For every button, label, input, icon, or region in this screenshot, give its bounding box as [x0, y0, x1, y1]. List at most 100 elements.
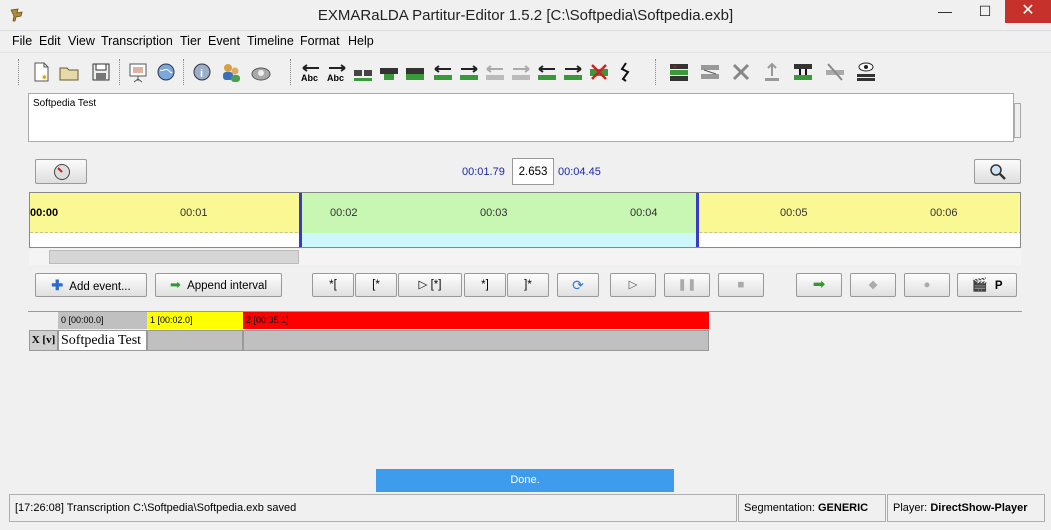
timeline-point-1[interactable]: 1 [00:02.0] [147, 312, 243, 329]
presentation-icon[interactable] [127, 60, 149, 84]
compass-button[interactable] [35, 159, 87, 184]
menu-transcription[interactable]: Transcription [101, 34, 173, 48]
timeline-selection-lower [300, 233, 698, 247]
empty-event-cell[interactable] [147, 330, 243, 351]
insert-pause-icon[interactable] [614, 60, 636, 84]
selection-duration-field[interactable]: 2.653 [512, 158, 554, 185]
save-icon[interactable] [90, 60, 112, 84]
new-file-icon[interactable]: ✷ [30, 60, 52, 84]
clapperboard-icon: 🎬 [971, 277, 988, 292]
title-bar: EXMARaLDA Partitur-Editor 1.5.2 [C:\Soft… [0, 0, 1051, 31]
move-left-disabled-icon[interactable] [484, 60, 506, 84]
menu-format[interactable]: Format [300, 34, 340, 48]
segmentation-status: Segmentation: GENERIC [738, 494, 886, 522]
menu-help[interactable]: Help [348, 34, 374, 48]
star-start-button[interactable]: [* [355, 273, 397, 297]
add-event-button[interactable]: ✚ Add event... [35, 273, 147, 297]
split-event-icon[interactable] [378, 60, 400, 84]
timeline-label-3: 00:03 [480, 207, 508, 219]
timeline-label-0: 00:00 [30, 207, 59, 219]
svg-text:✷: ✷ [41, 73, 48, 82]
append-interval-button[interactable]: ➡ Append interval [155, 273, 282, 297]
snapshot-button[interactable]: ◆ [850, 273, 896, 297]
hide-tier-icon[interactable] [824, 60, 846, 84]
shift-right-icon[interactable] [458, 60, 480, 84]
audio-timeline[interactable]: 00:00 00:01 00:02 00:03 00:04 00:05 00:0… [29, 192, 1021, 248]
praat-label: P [994, 280, 1003, 292]
remove-tier-icon[interactable] [730, 60, 752, 84]
snapshot-icon: ◆ [868, 279, 878, 291]
timeline-label-5: 00:05 [780, 207, 808, 219]
timeline-scrollbar[interactable] [29, 249, 1021, 265]
empty-event-cell[interactable] [243, 330, 709, 351]
selection-start-marker[interactable] [299, 193, 302, 247]
shift-left-icon[interactable] [432, 60, 454, 84]
move-right-disabled-icon[interactable] [510, 60, 532, 84]
minimize-button[interactable]: — [925, 0, 965, 23]
menu-timeline[interactable]: Timeline [247, 34, 294, 48]
zoom-button[interactable] [974, 159, 1021, 184]
close-button[interactable]: ✕ [1005, 0, 1051, 23]
toolbar-separator [655, 59, 656, 85]
users-icon[interactable] [220, 60, 242, 84]
insert-tier-icon[interactable]: + [668, 60, 690, 84]
timeline-point-2[interactable]: 2 [00:35.1] [243, 312, 709, 329]
disc-icon: ● [923, 279, 931, 291]
event-cell[interactable]: Softpedia Test [58, 330, 147, 351]
move-event-right-icon[interactable] [562, 60, 584, 84]
timeline-label-1: 00:01 [180, 207, 208, 219]
split-abc-right-icon[interactable]: Abc [326, 60, 348, 84]
status-message: [17:26:08] Transcription C:\Softpedia\So… [9, 494, 737, 522]
maximize-button[interactable]: ☐ [965, 0, 1005, 23]
merge-events-icon[interactable] [352, 60, 374, 84]
timeline-scroll-thumb[interactable] [49, 250, 299, 264]
toolbar: ✷ i Abc Abc + [0, 52, 1051, 90]
svg-text:Abc: Abc [301, 73, 318, 83]
svg-text:+: + [673, 64, 677, 71]
green-arrow-icon: ➡ [169, 277, 181, 292]
menu-event[interactable]: Event [208, 34, 240, 48]
timeline-point-0[interactable]: 0 [00:00.0] [58, 312, 147, 329]
transcription-notes-area[interactable]: Softpedia Test [28, 93, 1014, 142]
extend-event-icon[interactable] [404, 60, 426, 84]
move-event-left-icon[interactable] [536, 60, 558, 84]
window-title: EXMARaLDA Partitur-Editor 1.5.2 [C:\Soft… [317, 7, 734, 24]
menu-edit[interactable]: Edit [39, 34, 61, 48]
progress-bar: Done. [376, 469, 674, 492]
timeline-label-2: 00:02 [330, 207, 358, 219]
tier-properties-icon[interactable] [699, 60, 721, 84]
magnifier-icon [990, 164, 1006, 180]
show-tiers-icon[interactable] [855, 60, 877, 84]
info-icon[interactable]: i [191, 60, 213, 84]
selection-end-marker[interactable] [696, 193, 699, 247]
next-button[interactable]: ➡ [796, 273, 842, 297]
praat-button[interactable]: 🎬 P [957, 273, 1017, 297]
sort-tiers-icon[interactable] [792, 60, 814, 84]
notes-text: Softpedia Test [33, 98, 97, 109]
menu-file[interactable]: File [12, 34, 32, 48]
bracket-end-button[interactable]: ]* [507, 273, 549, 297]
pause-button[interactable]: ❚❚ [664, 273, 710, 297]
move-tier-up-icon[interactable] [761, 60, 783, 84]
pause-icon: ❚❚ [677, 279, 697, 291]
stop-button[interactable]: ■ [718, 273, 764, 297]
toolbar-separator [290, 59, 291, 85]
star-end-button[interactable]: *] [464, 273, 506, 297]
bracket-start-button[interactable]: *[ [312, 273, 354, 297]
svg-text:Abc: Abc [327, 73, 344, 83]
tier-label[interactable]: X [v] [29, 330, 58, 351]
globe-icon[interactable] [155, 60, 177, 84]
remove-gap-icon[interactable] [588, 60, 610, 84]
loop-button[interactable]: ⟳ [557, 273, 599, 297]
open-folder-icon[interactable] [58, 60, 80, 84]
menu-tier[interactable]: Tier [180, 34, 201, 48]
menu-view[interactable]: View [68, 34, 95, 48]
notes-scrollbar[interactable] [1014, 103, 1021, 138]
svg-text:i: i [200, 68, 203, 80]
record-button[interactable]: ● [904, 273, 950, 297]
play-button[interactable]: ▷ [610, 273, 656, 297]
split-abc-left-icon[interactable]: Abc [300, 60, 322, 84]
toolbar-separator [183, 59, 184, 85]
play-selection-button[interactable]: ▷ [*] [398, 273, 462, 297]
tape-icon[interactable] [250, 60, 272, 84]
